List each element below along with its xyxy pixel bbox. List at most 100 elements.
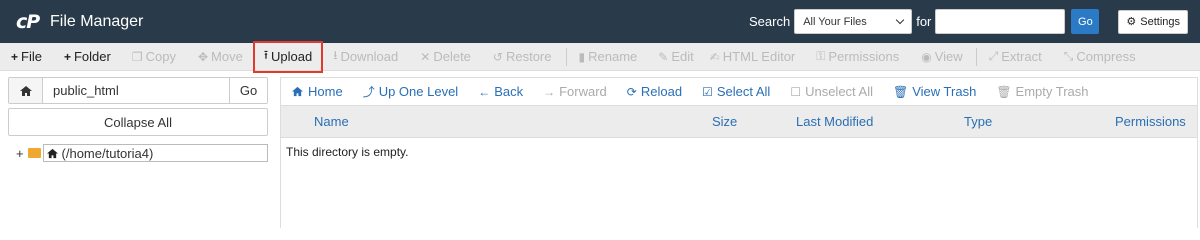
search-label: Search [749,14,791,29]
edit-label: Edit [671,49,694,64]
new-folder-button[interactable]: + Folder [64,43,111,71]
back-button[interactable]: ← Back [478,84,523,99]
permissions-label: Permissions [828,49,900,64]
app-title: File Manager [50,12,144,30]
toolbar: + File + Folder ❐ Copy ✥ Move ⭱ Upload ⭳… [0,40,1200,73]
new-file-label: File [21,49,42,64]
reload-icon: ⟳ [626,84,637,99]
checkbox-empty-icon: ☐ [790,84,802,99]
extract-button[interactable]: ⤢ Extract [989,43,1042,71]
reload-button[interactable]: ⟳ Reload [627,84,682,99]
file-icon: ▮ [578,49,586,64]
move-icon: ✥ [197,49,209,64]
checkbox-checked-icon: ☑ [702,84,713,99]
file-list-panel: Home ⤴ Up One Level ← Back → Forward ⟳ R… [280,77,1198,228]
rename-label: Rename [588,49,638,64]
level-up-icon: ⤴ [362,85,375,99]
up-one-level-label: Up One Level [378,84,459,99]
path-bar: Go [8,77,268,104]
download-button[interactable]: ⭳ Download [333,43,398,71]
eye-icon: ◉ [921,49,932,64]
new-file-button[interactable]: + File [11,43,42,71]
column-name[interactable]: Name [314,114,349,129]
home-nav-label: Home [308,84,343,99]
edit-button[interactable]: ✎ Edit [658,43,693,71]
up-one-level-button[interactable]: ⤴ Up One Level [363,83,459,100]
plus-icon: + [11,49,19,64]
compress-icon: ⤡ [1063,49,1074,63]
select-all-button[interactable]: ☑ Select All [702,84,770,99]
extract-label: Extract [1001,49,1042,64]
download-icon: ⭳ [333,48,338,62]
home-nav-button[interactable]: Home [291,84,343,99]
move-button[interactable]: ✥ Move [198,43,243,71]
new-folder-label: Folder [73,49,111,64]
home-icon[interactable] [9,78,43,103]
toolbar-divider [975,47,977,66]
column-permissions[interactable]: Permissions [1115,114,1186,129]
forward-label: Forward [559,84,607,99]
copy-label: Copy [145,49,176,64]
cpanel-logo-icon: cP [16,10,40,33]
view-trash-label: View Trash [912,84,977,99]
home-icon [46,148,58,158]
home-icon [292,86,303,97]
chevron-down-icon [895,15,905,25]
settings-button[interactable]: ⚙ Settings [1118,9,1188,34]
empty-trash-button[interactable]: 🗑 Empty Trash [996,84,1088,99]
toolbar-divider [565,47,567,66]
plus-icon: + [63,49,71,64]
path-go-button[interactable]: Go [229,78,267,103]
permissions-button[interactable]: ⚿ Permissions [816,43,899,71]
upload-button[interactable]: ⭱ Upload [252,40,324,73]
empty-directory-message: This directory is empty. [286,145,409,159]
view-label: View [934,49,963,64]
search-scope-value: All Your Files [803,15,867,28]
compress-label: Compress [1076,49,1136,64]
table-header: Name Size Last Modified Type Permissions [281,106,1197,138]
search-input[interactable] [935,9,1066,34]
pencil-icon: ✎ [658,49,669,64]
trash-icon: 🗑 [996,84,1012,99]
restore-label: Restore [505,49,552,64]
restore-button[interactable]: ↺ Restore [493,43,552,71]
arrow-left-icon: ← [478,84,491,99]
upload-icon: ⭱ [263,48,269,62]
path-input[interactable] [43,78,229,103]
tree-root-node[interactable]: (/home/tutoria4) [42,144,268,162]
empty-trash-label: Empty Trash [1015,84,1089,99]
forward-button[interactable]: → Forward [543,84,607,99]
view-button[interactable]: ◉ View [921,43,962,71]
top-header: cP File Manager Search All Your Files fo… [0,0,1200,43]
copy-button[interactable]: ❐ Copy [132,43,176,71]
copy-icon: ❐ [131,49,143,64]
html-editor-button[interactable]: ✍ HTML Editor [710,43,796,71]
expand-icon: ⤢ [988,49,999,63]
search-area: Search All Your Files for Go ⚙ Settings [749,0,1200,43]
tree-root-label: (/home/tutoria4) [61,145,154,161]
column-type[interactable]: Type [964,114,992,129]
app-logo[interactable]: cP File Manager [16,11,143,33]
unselect-all-button[interactable]: ☐ Unselect All [790,84,873,99]
folder-icon [27,148,41,158]
delete-button[interactable]: ✕ Delete [420,43,471,71]
column-size[interactable]: Size [712,114,737,129]
rename-button[interactable]: ▮ Rename [579,43,638,71]
tree-root-row: + (/home/tutoria4) [8,144,268,162]
view-trash-button[interactable]: 🗑 View Trash [893,84,976,99]
edit-square-icon: ✍ [709,49,720,64]
move-label: Move [211,49,243,64]
gear-icon: ⚙ [1126,16,1137,28]
search-scope-select[interactable]: All Your Files [794,9,913,34]
delete-label: Delete [433,49,471,64]
html-editor-label: HTML Editor [722,49,796,64]
column-last-modified[interactable]: Last Modified [796,114,873,129]
compress-button[interactable]: ⤡ Compress [1064,43,1136,71]
settings-label: Settings [1140,15,1180,28]
back-label: Back [494,84,524,99]
search-go-button[interactable]: Go [1071,9,1100,34]
collapse-all-button[interactable]: Collapse All [8,108,268,136]
upload-label: Upload [271,49,313,64]
select-all-label: Select All [716,84,771,99]
expand-plus-icon[interactable]: + [16,146,26,161]
